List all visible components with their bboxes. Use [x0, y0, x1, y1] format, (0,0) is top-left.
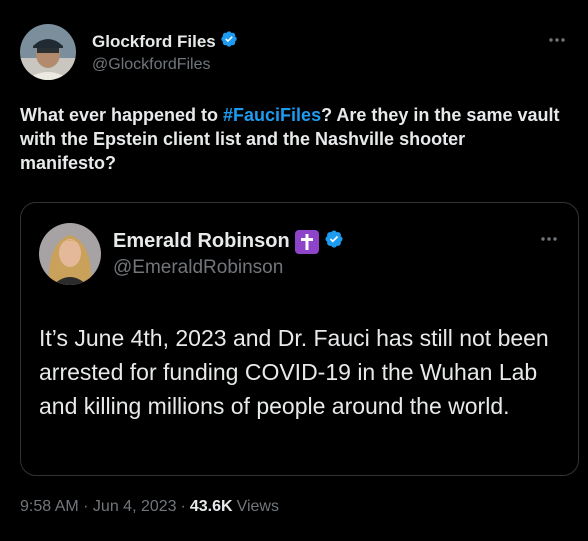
- author-handle[interactable]: @GlockfordFiles: [92, 56, 211, 74]
- hashtag-link[interactable]: #FauciFiles: [223, 105, 321, 125]
- quoted-display-name[interactable]: Emerald Robinson: [113, 230, 290, 253]
- quoted-handle[interactable]: @EmeraldRobinson: [113, 257, 283, 279]
- tweet-meta: 9:58 AM · Jun 4, 2023 · 43.6K Views: [20, 498, 279, 516]
- quoted-verified-badge-icon: [324, 229, 344, 254]
- latin-cross-icon: [294, 229, 319, 254]
- quoted-tweet[interactable]: Emerald Robinson @EmeraldRobinson It’s J…: [20, 202, 579, 476]
- views-count[interactable]: 43.6K: [190, 498, 233, 516]
- timestamp-link[interactable]: 9:58 AM · Jun 4, 2023: [20, 498, 177, 516]
- views-label: Views: [236, 498, 279, 515]
- quoted-more-options-icon[interactable]: [540, 229, 558, 247]
- more-options-icon[interactable]: [548, 30, 566, 48]
- quoted-author-avatar[interactable]: [39, 223, 101, 285]
- tweet-text: What ever happened to #FauciFiles? Are t…: [20, 103, 565, 175]
- quoted-tweet-text: It’s June 4th, 2023 and Dr. Fauci has st…: [39, 325, 549, 419]
- meta-separator: ·: [180, 498, 186, 515]
- author-name-line: Glockford Files: [92, 30, 238, 53]
- tweet-card: Glockford Files @GlockfordFiles What eve…: [0, 0, 588, 541]
- tweet-text-before: What ever happened to: [20, 105, 224, 125]
- quoted-name-line: Emerald Robinson: [113, 229, 344, 254]
- verified-badge-icon: [220, 30, 238, 53]
- author-avatar[interactable]: [20, 24, 76, 80]
- author-display-name[interactable]: Glockford Files: [92, 32, 216, 52]
